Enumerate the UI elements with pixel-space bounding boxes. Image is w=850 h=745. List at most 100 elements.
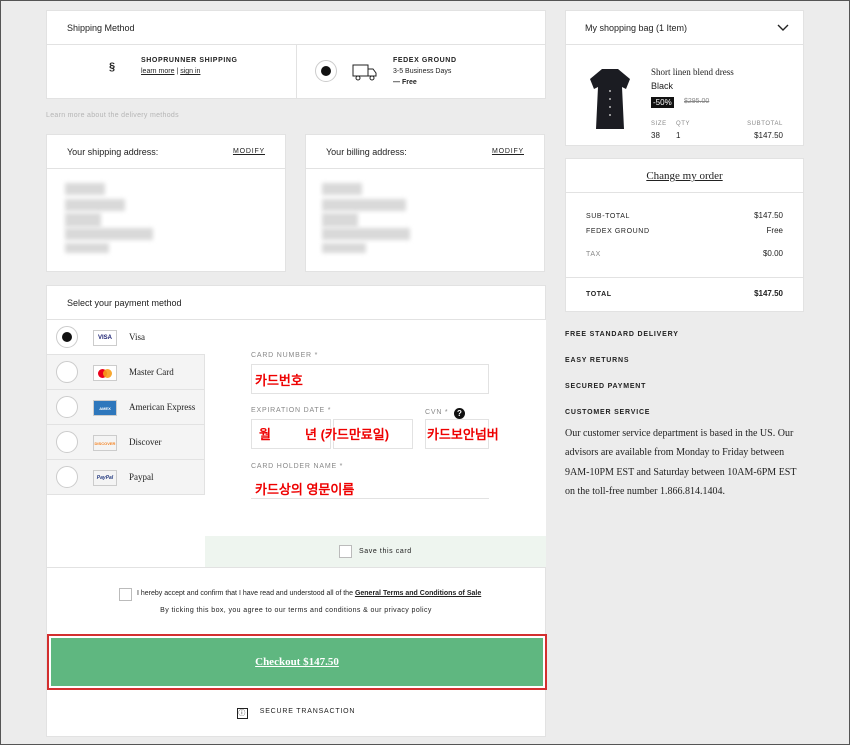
product-color: Black [651,81,674,91]
truck-icon [352,64,377,81]
shipping-method-panel: Shipping Method § SHOPRUNNER SHIPPING le… [46,10,546,99]
redacted-text [322,213,358,227]
save-card-label: Save this card [359,548,412,555]
shopping-bag-panel: My shopping bag (1 Item) Short linen ble… [565,10,804,146]
redacted-text [65,183,105,195]
payment-method-amex[interactable]: AMEX American Express [47,390,205,425]
size-label: SIZE [651,121,667,127]
card-holder-label: CARD HOLDER NAME * [251,463,344,470]
lock-icon: ⓘ [236,708,248,719]
mastercard-logo-icon [93,365,117,381]
shipping-label: FEDEX GROUND [586,228,650,235]
save-card-checkbox[interactable] [339,545,352,558]
shoprunner-sign-in-link[interactable]: sign in [180,68,200,75]
chevron-down-icon[interactable] [777,21,789,35]
order-summary-panel: Change my order SUB-TOTAL $147.50 FEDEX … [565,158,804,312]
redacted-text [65,199,125,211]
modify-billing-link[interactable]: MODIFY [492,148,524,155]
shoprunner-icon: § [109,61,116,73]
cvn-help-icon[interactable]: ? [454,408,465,419]
divider [566,44,803,45]
shoprunner-title: SHOPRUNNER SHIPPING [141,57,238,64]
redacted-text [65,213,101,227]
terms-subtext: By ticking this box, you agree to our te… [160,607,432,614]
terms-text: I hereby accept and confirm that I have … [137,590,481,597]
paypal-logo-icon: PayPal [93,470,117,486]
subtotal-label: SUB-TOTAL [586,213,631,220]
redacted-text [322,243,366,253]
redacted-text [65,228,153,240]
redacted-text [322,228,410,240]
payment-method-paypal[interactable]: PayPal Paypal [47,460,205,495]
subtotal-value: $147.50 [754,131,783,140]
payment-radio[interactable] [56,396,78,418]
tax-value: $0.00 [762,249,783,258]
payment-method-visa[interactable]: VISA Visa [47,320,205,355]
total-value: $147.50 [754,289,783,298]
payment-method-list: VISA Visa Master Card AMEX American Expr… [47,320,205,495]
size-value: 38 [651,131,660,140]
card-number-annotation: 카드번호 [255,373,303,388]
shopping-bag-title[interactable]: My shopping bag (1 Item) [585,23,687,33]
discount-badge: -50% [651,97,674,108]
payment-title: Select your payment method [67,298,182,308]
product-image [590,69,630,129]
link-separator: | [176,68,179,75]
payment-radio[interactable] [56,431,78,453]
product-name: Short linen blend dress [651,67,734,77]
secure-transaction: ⓘ SECURE TRANSACTION [47,708,545,719]
learn-more-delivery-link[interactable]: Learn more about the delivery methods [46,112,179,119]
card-holder-annotation: 카드상의 영문이름 [255,482,355,497]
card-holder-input[interactable] [251,498,489,499]
qty-value: 1 [676,131,681,140]
shoprunner-learn-more-link[interactable]: learn more [141,68,174,75]
payment-radio[interactable] [56,466,78,488]
terms-panel: I hereby accept and confirm that I have … [46,567,547,737]
divider [296,44,297,98]
checkout-button-highlight: Checkout $147.50 [47,634,547,690]
perk-customer-service: CUSTOMER SERVICE [565,409,651,416]
payment-panel: Select your payment method VISA Visa Mas… [46,285,546,568]
payment-method-label: Paypal [129,472,154,482]
shipping-method-title: Shipping Method [67,23,135,33]
billing-address-label: Your billing address: [326,147,407,157]
save-card-bar: Save this card [205,536,546,568]
divider [306,168,544,169]
payment-radio[interactable] [56,326,78,348]
terms-checkbox[interactable] [119,588,132,601]
perk-free-delivery: FREE STANDARD DELIVERY [565,331,679,338]
month-annotation: 월 [259,427,271,442]
secure-transaction-label: SECURE TRANSACTION [259,708,356,715]
expiration-label: EXPIRATION DATE * [251,407,332,414]
payment-method-mastercard[interactable]: Master Card [47,355,205,390]
payment-method-label: American Express [129,402,196,412]
subtotal-value: $147.50 [754,211,783,220]
checkout-button[interactable]: Checkout $147.50 [51,638,543,686]
total-label: TOTAL [586,291,612,298]
subtotal-label: SUBTOTAL [747,121,783,127]
card-form: CARD NUMBER * 카드번호 EXPIRATION DATE * 월 년… [205,320,546,568]
customer-service-text: Our customer service department is based… [565,428,797,497]
original-price: $295.00 [684,98,710,105]
change-order-link[interactable]: Change my order [566,170,803,182]
shipping-address-label: Your shipping address: [67,147,159,157]
terms-link[interactable]: General Terms and Conditions of Sale [355,590,481,597]
payment-method-label: Master Card [129,367,174,377]
redacted-text [322,183,362,195]
perk-easy-returns: EASY RETURNS [565,357,630,364]
terms-statement: I hereby accept and confirm that I have … [137,590,353,597]
payment-method-discover[interactable]: DISCOVER Discover [47,425,205,460]
billing-address-panel: Your billing address: MODIFY [305,134,545,272]
fedex-days: 3-5 Business Days [393,68,452,75]
shipping-address-panel: Your shipping address: MODIFY [46,134,286,272]
fedex-price: — Free [393,79,417,86]
divider [566,277,803,278]
payment-method-label: Discover [129,437,162,447]
qty-label: QTY [676,121,691,127]
payment-method-label: Visa [129,332,145,342]
fedex-radio[interactable] [315,60,337,82]
shoprunner-links: learn more | sign in [141,68,200,75]
modify-shipping-link[interactable]: MODIFY [233,148,265,155]
perk-secured-payment: SECURED PAYMENT [565,383,647,390]
payment-radio[interactable] [56,361,78,383]
